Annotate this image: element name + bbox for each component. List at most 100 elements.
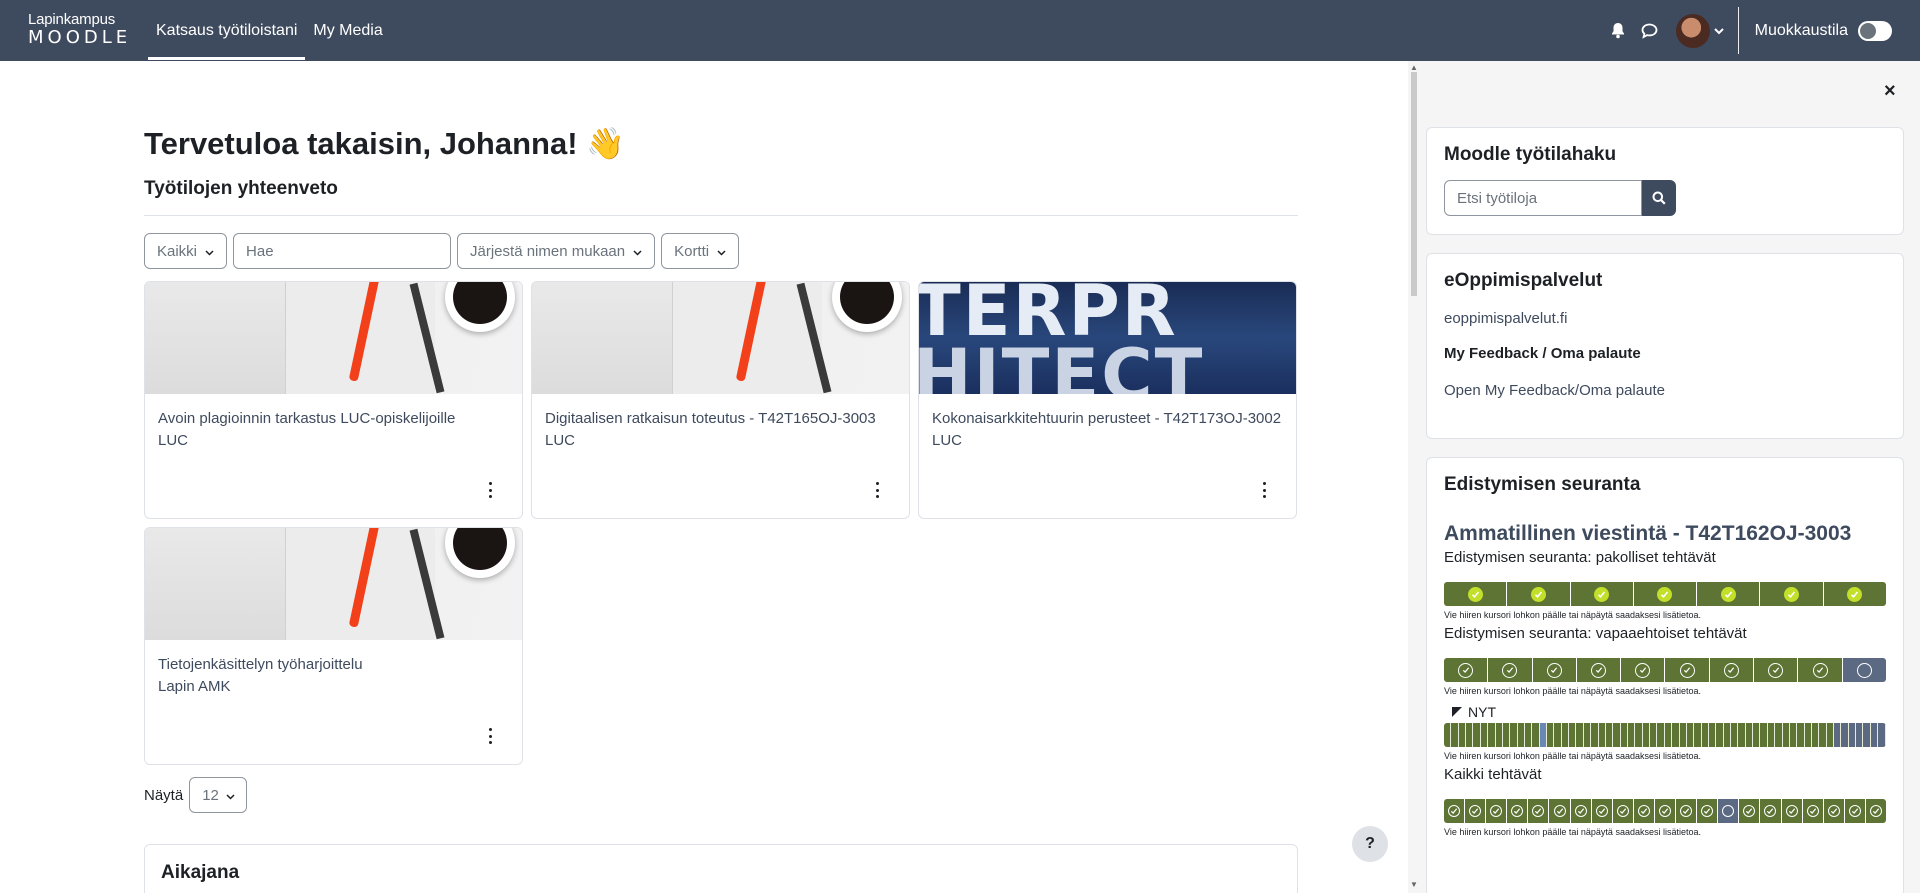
timeline-progress-cell[interactable] bbox=[1679, 723, 1687, 747]
timeline-progress-cell[interactable] bbox=[1524, 723, 1533, 747]
timeline-progress-cell[interactable] bbox=[1878, 723, 1886, 747]
timeline-progress-cell[interactable] bbox=[1657, 723, 1665, 747]
nav-link-dashboard[interactable]: Katsaus työtiloistani bbox=[148, 0, 306, 61]
nav-link-my-media[interactable]: My Media bbox=[305, 0, 390, 61]
course-card[interactable]: TERPR HITECT Kokonaisarkkitehtuurin peru… bbox=[918, 281, 1297, 519]
progress-cell-done[interactable] bbox=[1612, 799, 1634, 823]
progress-course-link[interactable]: Ammatillinen viestintä - T42T162OJ-3003 bbox=[1444, 522, 1886, 546]
progress-cell-done[interactable] bbox=[1591, 799, 1613, 823]
progress-cell-done[interactable] bbox=[1549, 799, 1571, 823]
timeline-progress-cell[interactable] bbox=[1870, 723, 1879, 747]
timeline-progress-cell[interactable] bbox=[1554, 723, 1562, 747]
progress-cell-done[interactable] bbox=[1633, 582, 1698, 606]
timeline-progress-cell[interactable] bbox=[1583, 723, 1592, 747]
progress-cell-done[interactable] bbox=[1676, 799, 1698, 823]
timeline-progress-cell[interactable] bbox=[1466, 723, 1474, 747]
progress-cell-done[interactable] bbox=[1665, 658, 1710, 682]
more-actions-icon[interactable] bbox=[486, 728, 494, 744]
timeline-progress-cell[interactable] bbox=[1444, 723, 1452, 747]
eoppimispalvelut-link[interactable]: eoppimispalvelut.fi bbox=[1444, 310, 1886, 327]
timeline-progress-cell[interactable] bbox=[1488, 723, 1496, 747]
progress-cell-done[interactable] bbox=[1802, 799, 1824, 823]
more-actions-icon[interactable] bbox=[1260, 482, 1268, 498]
progress-cell-done[interactable] bbox=[1444, 582, 1508, 606]
progress-cell-done[interactable] bbox=[1798, 658, 1843, 682]
progress-cell-done[interactable] bbox=[1570, 582, 1634, 606]
timeline-progress-cell[interactable] bbox=[1598, 723, 1606, 747]
site-logo[interactable]: Lapinkampus MOODLE bbox=[28, 12, 131, 47]
progress-cell-done[interactable] bbox=[1532, 658, 1577, 682]
progress-cell-done[interactable] bbox=[1697, 799, 1719, 823]
progress-cell-done[interactable] bbox=[1576, 658, 1622, 682]
progress-cell-done[interactable] bbox=[1823, 582, 1886, 606]
course-search-input[interactable] bbox=[233, 233, 452, 269]
all-tasks-progress-bar[interactable] bbox=[1444, 799, 1886, 823]
progress-cell-done[interactable] bbox=[1844, 799, 1866, 823]
progress-cell-done[interactable] bbox=[1621, 658, 1666, 682]
course-title-link[interactable]: Avoin plagioinnin tarkastus LUC-opiskeli… bbox=[158, 408, 509, 430]
timeline-progress-cell[interactable] bbox=[1627, 723, 1636, 747]
course-title-link[interactable]: Kokonaisarkkitehtuurin perusteet - T42T1… bbox=[932, 408, 1283, 430]
timeline-progress-cell[interactable] bbox=[1701, 723, 1709, 747]
progress-cell-done[interactable] bbox=[1465, 799, 1487, 823]
course-card[interactable]: Tietojenkäsittelyn työharjoittelu Lapin … bbox=[144, 527, 523, 765]
course-image[interactable] bbox=[145, 528, 522, 640]
timeline-progress-cell[interactable] bbox=[1834, 723, 1842, 747]
progress-cell-done[interactable] bbox=[1760, 799, 1782, 823]
progress-cell-done[interactable] bbox=[1488, 658, 1533, 682]
timeline-progress-cell[interactable] bbox=[1789, 723, 1798, 747]
timeline-progress-cell[interactable] bbox=[1686, 723, 1695, 747]
progress-cell-done[interactable] bbox=[1823, 799, 1845, 823]
timeline-progress-cell[interactable] bbox=[1841, 723, 1849, 747]
help-button[interactable]: ? bbox=[1352, 826, 1388, 862]
timeline-progress-cell[interactable] bbox=[1804, 723, 1812, 747]
timeline-progress-cell[interactable] bbox=[1856, 723, 1864, 747]
progress-cell-done[interactable] bbox=[1739, 799, 1761, 823]
timeline-progress-cell[interactable] bbox=[1767, 723, 1776, 747]
progress-cell-done[interactable] bbox=[1486, 799, 1508, 823]
course-image[interactable] bbox=[145, 282, 522, 394]
timeline-progress-cell[interactable] bbox=[1819, 723, 1827, 747]
timeline-progress-cell[interactable] bbox=[1451, 723, 1459, 747]
timeline-progress-cell[interactable] bbox=[1848, 723, 1857, 747]
mandatory-progress-bar[interactable] bbox=[1444, 582, 1886, 606]
timeline-progress-cell[interactable] bbox=[1731, 723, 1739, 747]
timeline-progress-cell[interactable] bbox=[1745, 723, 1754, 747]
timeline-progress-cell[interactable] bbox=[1480, 723, 1489, 747]
progress-cell-done[interactable] bbox=[1633, 799, 1655, 823]
timeline-progress-cell[interactable] bbox=[1561, 723, 1570, 747]
progress-cell-done[interactable] bbox=[1507, 582, 1571, 606]
progress-cell-done[interactable] bbox=[1760, 582, 1824, 606]
timeline-progress-cell[interactable] bbox=[1547, 723, 1555, 747]
open-feedback-link[interactable]: Open My Feedback/Oma palaute bbox=[1444, 382, 1886, 399]
timeline-progress-cell[interactable] bbox=[1495, 723, 1503, 747]
timeline-progress-cell[interactable] bbox=[1591, 723, 1599, 747]
progress-cell-done[interactable] bbox=[1697, 582, 1761, 606]
timeline-progress-cell[interactable] bbox=[1502, 723, 1511, 747]
progress-cell-done[interactable] bbox=[1865, 799, 1886, 823]
progress-cell-done[interactable] bbox=[1709, 658, 1755, 682]
timeline-progress-cell[interactable] bbox=[1510, 723, 1518, 747]
search-button[interactable] bbox=[1642, 180, 1676, 216]
optional-progress-bar[interactable] bbox=[1444, 658, 1886, 682]
timeline-progress-cell[interactable] bbox=[1672, 723, 1680, 747]
progress-cell-done[interactable] bbox=[1654, 799, 1677, 823]
chevron-down-icon[interactable] bbox=[1713, 22, 1724, 40]
timeline-progress-cell[interactable] bbox=[1775, 723, 1783, 747]
timeline-progress-cell[interactable] bbox=[1826, 723, 1835, 747]
progress-cell-done[interactable] bbox=[1570, 799, 1592, 823]
timeline-progress-cell[interactable] bbox=[1782, 723, 1790, 747]
progress-cell-todo[interactable] bbox=[1842, 658, 1886, 682]
scroll-down-arrow[interactable]: ▼ bbox=[1410, 880, 1418, 889]
course-card[interactable]: Avoin plagioinnin tarkastus LUC-opiskeli… bbox=[144, 281, 523, 519]
drawer-scrollbar-thumb[interactable] bbox=[1411, 72, 1417, 296]
timeline-progress-cell[interactable] bbox=[1723, 723, 1732, 747]
progress-cell-done[interactable] bbox=[1507, 799, 1529, 823]
more-actions-icon[interactable] bbox=[873, 482, 881, 498]
scroll-up-arrow[interactable]: ▲ bbox=[1410, 63, 1418, 72]
timeline-progress-cell[interactable] bbox=[1635, 723, 1643, 747]
edit-mode-toggle[interactable] bbox=[1858, 20, 1892, 41]
timeline-progress-cell[interactable] bbox=[1694, 723, 1702, 747]
timeline-progress-cell[interactable] bbox=[1797, 723, 1805, 747]
grouping-dropdown[interactable]: Kaikki bbox=[144, 233, 228, 269]
